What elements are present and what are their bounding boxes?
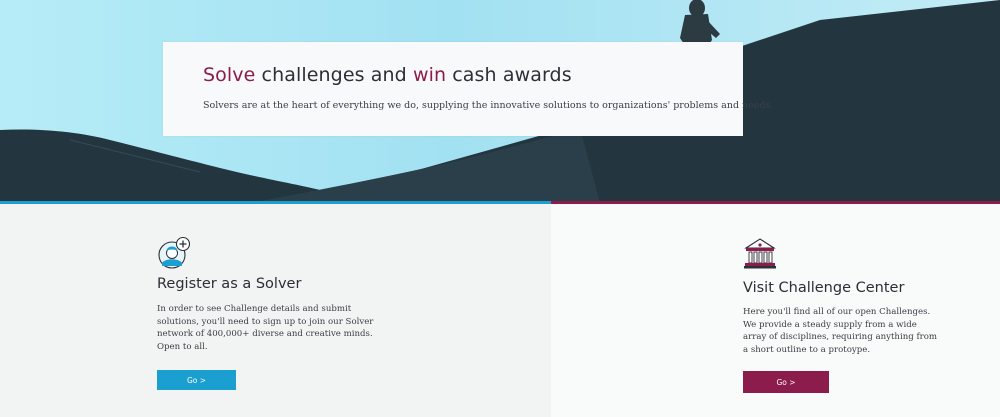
challenge-center-go-button[interactable]: Go > [743, 371, 829, 393]
hero-card: Solve challenges and win cash awards Sol… [163, 42, 773, 136]
solver-avatar-plus-icon [157, 236, 191, 270]
bank-building-icon [743, 236, 777, 270]
challenge-center-body: Here you'll find all of our open Challen… [743, 307, 938, 355]
register-body: In order to see Challenge details and su… [157, 304, 374, 352]
hero-subtitle: Solvers are at the heart of everything w… [203, 100, 774, 111]
hero-title: Solve challenges and win cash awards [203, 64, 572, 86]
hero-title-win: win [412, 64, 447, 86]
register-title: Register as a Solver [157, 276, 302, 292]
register-go-button[interactable]: Go > [157, 370, 236, 390]
hero-title-end: cash awards [446, 64, 572, 86]
hero-title-middle: challenges and [255, 64, 413, 86]
challenge-center-title: Visit Challenge Center [743, 280, 905, 296]
hero-banner: Solve challenges and win cash awards Sol… [0, 0, 1000, 203]
hero-title-solve: Solve [203, 64, 256, 86]
